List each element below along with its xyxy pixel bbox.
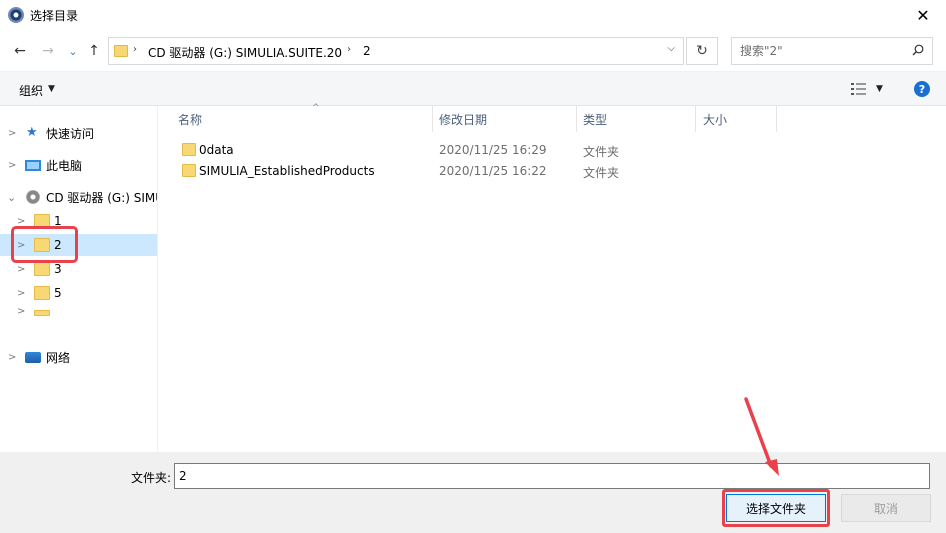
chevron-right-icon[interactable]: > [17, 306, 25, 317]
caret-down-icon[interactable]: ▼ [876, 84, 883, 94]
file-date: 2020/11/25 16:22 [439, 164, 547, 178]
breadcrumb-separator[interactable]: › [133, 44, 137, 55]
column-header-size[interactable]: 大小 [697, 106, 775, 132]
navigation-pane[interactable]: > ★ 快速访问 > 此电脑 ⌄ CD 驱动器 (G:) SIMULIA.SUI… [0, 106, 158, 452]
chevron-right-icon[interactable]: > [17, 288, 25, 299]
cancel-button[interactable]: 取消 [841, 494, 931, 522]
back-icon[interactable]: ← [10, 41, 30, 61]
cd-drive-icon [26, 190, 40, 204]
annotation-highlight-box [722, 489, 830, 527]
chevron-right-icon[interactable]: > [8, 352, 16, 363]
folder-icon [182, 164, 196, 177]
computer-icon [25, 160, 41, 171]
folder-icon [114, 45, 128, 57]
file-name: 0data [199, 143, 234, 157]
chevron-right-icon[interactable]: > [17, 264, 25, 275]
recent-locations-icon[interactable]: ⌄ [63, 41, 83, 61]
search-box[interactable] [731, 37, 933, 65]
column-divider[interactable] [776, 106, 777, 132]
app-icon [8, 7, 24, 23]
title-bar: 选择目录 ✕ [0, 0, 946, 31]
sidebar-item-label: 3 [54, 262, 62, 276]
help-icon[interactable]: ? [914, 81, 930, 97]
sidebar-item-label: 网络 [46, 350, 71, 365]
star-icon: ★ [26, 125, 38, 140]
file-type: 文件夹 [583, 145, 620, 159]
folder-icon [182, 143, 196, 156]
close-button[interactable]: ✕ [900, 0, 946, 31]
forward-icon[interactable]: → [38, 41, 58, 61]
network-icon [25, 352, 41, 363]
sidebar-item-label: CD 驱动器 (G:) SIMULIA.SUITE.20 [46, 190, 157, 205]
chevron-right-icon[interactable]: > [17, 216, 25, 227]
sidebar-item-label: 快速访问 [46, 126, 95, 141]
address-bar[interactable]: › CD 驱动器 (G:) SIMULIA.SUITE.20 › 2 ⌵ [108, 37, 684, 65]
sort-ascending-icon: ^ [312, 103, 320, 113]
file-name: SIMULIA_EstablishedProducts [199, 164, 375, 178]
sidebar-item-partial[interactable]: > [0, 306, 157, 320]
chevron-right-icon[interactable]: > [8, 160, 16, 171]
dialog-footer: 文件夹: 选择文件夹 取消 [0, 452, 946, 533]
file-list[interactable]: 名称 ^ 修改日期 类型 大小 0data 2020/11/25 16:29 文… [159, 103, 946, 452]
file-type: 文件夹 [583, 166, 620, 180]
sidebar-item-quick-access[interactable]: > ★ 快速访问 [0, 122, 157, 144]
file-row[interactable]: 0data 2020/11/25 16:29 文件夹 [159, 139, 946, 160]
sidebar-item-folder-5[interactable]: > 5 [0, 282, 157, 304]
folder-icon [34, 310, 50, 316]
sidebar-item-label: 5 [54, 286, 62, 300]
window-title: 选择目录 [30, 9, 79, 23]
folder-icon [34, 286, 50, 300]
sidebar-item-cd-drive[interactable]: ⌄ CD 驱动器 (G:) SIMULIA.SUITE.20 [0, 186, 157, 208]
search-icon[interactable] [912, 44, 924, 56]
column-header-date[interactable]: 修改日期 [433, 106, 575, 132]
file-date: 2020/11/25 16:29 [439, 143, 547, 157]
sidebar-item-this-pc[interactable]: > 此电脑 [0, 154, 157, 176]
up-icon[interactable]: ↑ [84, 41, 104, 61]
search-input[interactable] [740, 43, 900, 59]
command-toolbar: 组织 ▼ ▼ ? [0, 71, 946, 106]
folder-field-label: 文件夹: [131, 471, 172, 485]
annotation-highlight-box [11, 226, 78, 263]
chevron-right-icon[interactable]: > [8, 128, 16, 139]
sidebar-item-label: 此电脑 [46, 158, 83, 173]
navigation-bar: ← → ⌄ ↑ › CD 驱动器 (G:) SIMULIA.SUITE.20 ›… [0, 31, 946, 71]
view-options-icon[interactable] [851, 82, 867, 96]
breadcrumb-folder[interactable]: 2 [363, 44, 371, 58]
folder-icon [34, 262, 50, 276]
caret-down-icon[interactable]: ▼ [48, 84, 55, 94]
organize-menu[interactable]: 组织 [19, 82, 43, 99]
refresh-button[interactable]: ↻ [686, 37, 718, 65]
folder-name-input[interactable] [174, 463, 930, 489]
column-header-label: 名称 [178, 112, 203, 127]
breadcrumb-drive[interactable]: CD 驱动器 (G:) SIMULIA.SUITE.20 [148, 44, 342, 61]
column-header-type[interactable]: 类型 [577, 106, 695, 132]
column-header-name[interactable]: 名称 ^ [172, 103, 432, 132]
sidebar-item-network[interactable]: > 网络 [0, 346, 157, 368]
file-row[interactable]: SIMULIA_EstablishedProducts 2020/11/25 1… [159, 160, 946, 181]
breadcrumb-separator[interactable]: › [347, 44, 351, 55]
chevron-down-icon[interactable]: ⌄ [7, 191, 16, 204]
chevron-down-icon[interactable]: ⌵ [667, 43, 675, 54]
column-divider[interactable] [695, 106, 696, 132]
